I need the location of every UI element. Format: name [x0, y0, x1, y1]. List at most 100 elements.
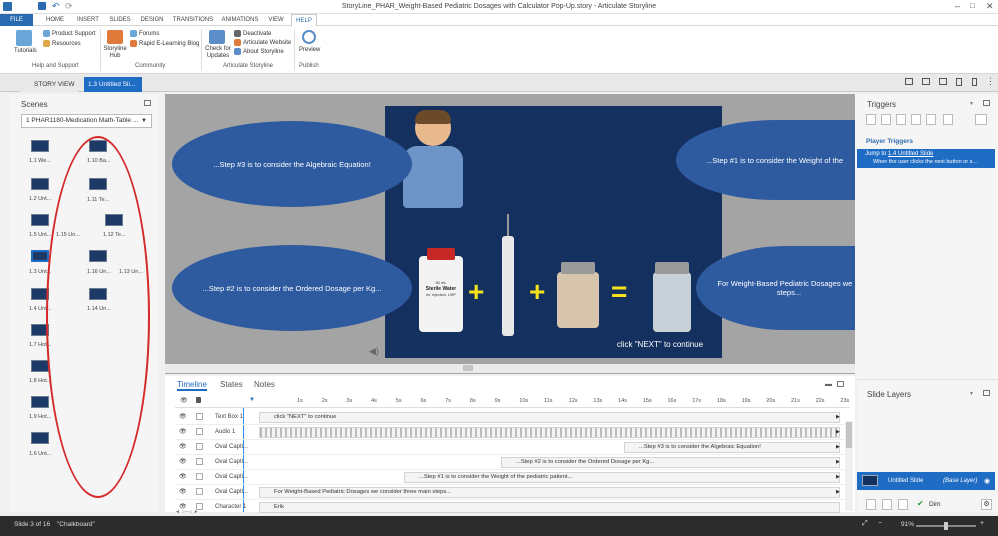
triggers-restore-icon[interactable] [983, 100, 990, 106]
eye-icon[interactable]: 👁 [179, 428, 187, 435]
tutorials-button[interactable]: Tutorials [14, 48, 37, 54]
timeline-restore-icon[interactable] [837, 381, 844, 387]
tab-states[interactable]: States [220, 380, 243, 389]
trigger-settings-icon[interactable] [975, 114, 987, 125]
tab-help[interactable]: HELP [291, 14, 317, 26]
slide-thumb[interactable] [31, 214, 49, 226]
triggers-collapse-icon[interactable]: ▼ [969, 101, 974, 107]
new-trigger-icon[interactable] [866, 114, 876, 125]
bar-end-arrow-icon[interactable]: ▶ [836, 459, 840, 465]
slide-thumb[interactable] [31, 178, 49, 190]
audio-speaker-icon[interactable]: ◀) [369, 346, 379, 357]
tab-notes[interactable]: Notes [254, 380, 275, 389]
timeline-zoom-control[interactable]: ◄ ○—○ ► [175, 509, 255, 515]
fit-icon[interactable]: ⤢ [862, 520, 868, 528]
eye-icon[interactable]: 👁 [180, 397, 188, 404]
oval-caption-intro[interactable]: For Weight-Based Pediatric Dosages we ..… [696, 246, 876, 330]
bar-end-arrow-icon[interactable]: ▶ [836, 474, 840, 480]
timeline-bar[interactable]: ...Step #3 is to consider the Algebraic … [624, 442, 840, 453]
bar-end-arrow-icon[interactable]: ▶ [836, 489, 840, 495]
tab-animations[interactable]: ANIMATIONS [218, 14, 262, 26]
slide-view-icon[interactable] [939, 78, 947, 85]
timeline-bar[interactable] [259, 427, 840, 438]
bar-end-arrow-icon[interactable]: ▶ [836, 429, 840, 435]
bar-end-arrow-icon[interactable]: ▶ [836, 414, 840, 420]
normal-view-icon[interactable] [905, 78, 913, 85]
zoom-in-icon[interactable]: + [980, 520, 984, 527]
storyline-hub-button[interactable]: Storyline Hub [103, 46, 127, 60]
bar-end-arrow-icon[interactable]: ▶ [836, 444, 840, 450]
timeline-bar[interactable]: ...Step #2 is to consider the Ordered Do… [501, 457, 840, 468]
check-updates-button[interactable]: Check for Updates [204, 46, 232, 60]
oval-caption-step2[interactable]: ...Step #2 is to consider the Ordered Do… [172, 245, 412, 331]
close-icon[interactable]: ✕ [986, 1, 994, 12]
tablet-view-icon[interactable] [956, 78, 962, 86]
tab-view[interactable]: VIEW [263, 14, 289, 26]
timeline-bar[interactable]: For Weight-Based Pediatric Dosages we co… [259, 487, 840, 498]
delete-layer-icon[interactable] [898, 499, 908, 510]
articulate-website-button[interactable]: Articulate Website [243, 40, 291, 46]
eye-icon[interactable]: 👁 [179, 488, 187, 495]
layer-settings-icon[interactable]: ⚙ [981, 499, 992, 510]
zoom-slider-thumb[interactable] [944, 522, 948, 530]
trigger-target-link[interactable]: 1.4 Untitled Slide [888, 151, 933, 157]
eye-icon[interactable]: 👁 [179, 413, 187, 420]
lock-icon[interactable] [196, 397, 201, 403]
zoom-out-icon[interactable]: − [878, 520, 882, 527]
slide-canvas[interactable]: 50 mL Sterile Water for Injection, USP +… [385, 106, 722, 358]
tab-home[interactable]: HOME [40, 14, 70, 26]
story-view-tab[interactable]: STORY VIEW [20, 77, 78, 92]
tab-insert[interactable]: INSERT [72, 14, 104, 26]
edit-trigger-icon[interactable] [881, 114, 891, 125]
product-support-button[interactable]: Product Support [52, 31, 95, 37]
lock-checkbox[interactable] [196, 428, 203, 435]
lock-checkbox[interactable] [196, 458, 203, 465]
move-up-icon[interactable] [943, 114, 953, 125]
more-menu-icon[interactable]: ⋮ [986, 76, 995, 87]
duplicate-layer-icon[interactable] [882, 499, 892, 510]
tab-design[interactable]: DESIGN [136, 14, 168, 26]
panel-restore-icon[interactable] [144, 100, 151, 106]
slide-thumb[interactable] [31, 396, 49, 408]
tab-file[interactable]: FILE [0, 14, 33, 26]
timeline-bar[interactable]: click "NEXT" to continue [259, 412, 840, 423]
oval-caption-step3[interactable]: ...Step #3 is to consider the Algebraic … [172, 121, 412, 207]
layer-visibility-icon[interactable]: ◉ [984, 477, 990, 485]
playhead-icon[interactable]: ▼ [249, 397, 255, 403]
scene-select[interactable]: 1 PHAR1180-Medication Math-Table ... ▼ [21, 114, 152, 128]
active-slide-tab[interactable]: 1.3 Untitled Sli... [84, 77, 142, 92]
timeline-bar[interactable]: ...Step #1 is to consider the Weight of … [404, 472, 840, 483]
oval-caption-step1[interactable]: ...Step #1 is to consider the Weight of … [676, 120, 876, 200]
timeline-bar[interactable]: Erik [259, 502, 840, 513]
timeline-minimize-icon[interactable]: ▬ [825, 381, 832, 388]
slide-thumb[interactable] [31, 360, 49, 372]
story-view-icon[interactable] [922, 78, 930, 85]
preview-button[interactable]: Preview [299, 47, 320, 53]
paste-trigger-icon[interactable] [911, 114, 921, 125]
copy-trigger-icon[interactable] [896, 114, 906, 125]
about-storyline-button[interactable]: About Storyline [243, 49, 284, 55]
stage-scroll-thumb[interactable] [463, 365, 473, 371]
resources-button[interactable]: Resources [52, 41, 81, 47]
dim-checkbox[interactable]: ✔ [917, 499, 924, 508]
forums-button[interactable]: Forums [139, 31, 159, 37]
slide-thumb-selected[interactable] [31, 250, 49, 262]
slide-thumb[interactable] [31, 432, 49, 444]
tab-timeline[interactable]: Timeline [177, 380, 207, 391]
new-layer-icon[interactable] [866, 499, 876, 510]
layers-restore-icon[interactable] [983, 390, 990, 396]
phone-view-icon[interactable] [972, 78, 977, 86]
layers-collapse-icon[interactable]: ▼ [969, 391, 974, 397]
lock-checkbox[interactable] [196, 473, 203, 480]
timeline-vscroll-thumb[interactable] [846, 422, 852, 448]
minimize-icon[interactable]: – [955, 1, 960, 11]
eye-icon[interactable]: 👁 [179, 458, 187, 465]
blog-button[interactable]: Rapid E-Learning Blog [139, 41, 199, 47]
deactivate-button[interactable]: Deactivate [243, 31, 271, 37]
tab-transitions[interactable]: TRANSITIONS [170, 14, 216, 26]
stage-scrollbar[interactable] [165, 364, 855, 373]
lock-checkbox[interactable] [196, 413, 203, 420]
slide-thumb[interactable] [31, 140, 49, 152]
eye-icon[interactable]: 👁 [179, 443, 187, 450]
maximize-icon[interactable]: □ [970, 1, 975, 10]
